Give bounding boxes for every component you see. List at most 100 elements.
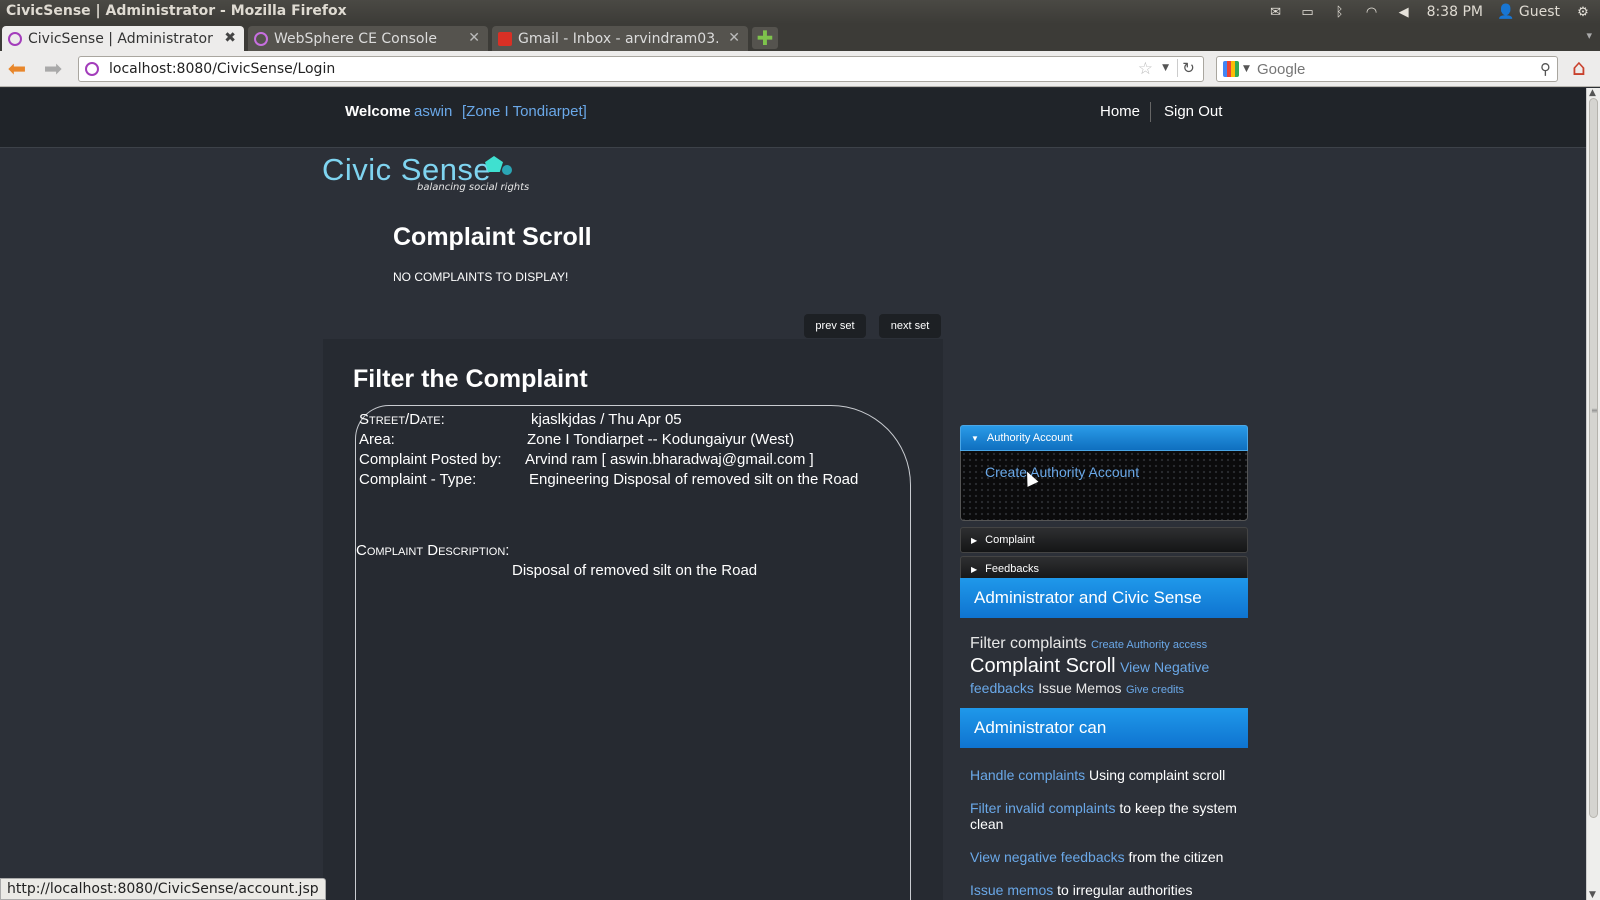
accordion-header-authority[interactable]: ▼ Authority Account	[960, 425, 1248, 451]
tab-civicsense[interactable]: CivicSense | Administrator ✖	[2, 26, 244, 51]
create-authority-account-link[interactable]: Create Authority Account	[985, 464, 1139, 480]
field-area: Area: Zone I Tondiarpet -- Kodungaiyur (…	[359, 431, 794, 448]
search-icon[interactable]: ⚲	[1540, 60, 1551, 78]
tag-give-credits[interactable]: Give credits	[1126, 684, 1184, 696]
filter-invalid-link[interactable]: Filter invalid complaints	[970, 800, 1116, 816]
scroll-down-icon[interactable]: ▼	[1589, 890, 1596, 900]
bookmark-star-icon[interactable]: ☆	[1138, 59, 1153, 79]
username-link[interactable]: aswin	[414, 103, 452, 120]
field-value: Engineering Disposal of removed silt on …	[529, 471, 859, 488]
view-negative-feedbacks-link[interactable]: View negative feedbacks	[970, 849, 1125, 865]
field-street-date: Street/Date: kjaslkjdas / Thu Apr 05	[359, 411, 682, 428]
tab-strip: CivicSense | Administrator ✖ WebSphere C…	[0, 24, 1600, 51]
gmail-icon	[498, 31, 512, 46]
admin-can-item: Filter invalid complaints to keep the sy…	[970, 800, 1250, 832]
tag-create-authority-access[interactable]: Create Authority access	[1091, 639, 1207, 651]
tag-issue-memos[interactable]: Issue Memos	[1038, 680, 1121, 696]
user-icon: 👤	[1496, 4, 1515, 20]
home-link[interactable]: Home	[1100, 103, 1140, 120]
tab-websphere[interactable]: WebSphere CE Console ✕	[248, 26, 488, 51]
field-label: Area:	[359, 431, 395, 448]
prev-set-button[interactable]: prev set	[804, 314, 866, 338]
vertical-scrollbar[interactable]: ▲ ≡ ▼	[1586, 88, 1600, 900]
os-top-panel: CivicSense | Administrator - Mozilla Fir…	[0, 0, 1600, 24]
tab-list-icon[interactable]: ▾	[1586, 29, 1592, 42]
description-text: Disposal of removed silt on the Road	[512, 562, 758, 579]
site-identity-icon[interactable]	[85, 62, 99, 76]
status-bar-url: http://localhost:8080/CivicSense/account…	[0, 878, 326, 900]
field-label: Complaint - Type:	[359, 471, 477, 488]
back-arrow-icon[interactable]: ⬅	[4, 57, 30, 82]
site-header: Welcome aswin [Zone I Tondiarpet] Home S…	[0, 88, 1586, 148]
window-title: CivicSense | Administrator - Mozilla Fir…	[6, 3, 347, 19]
close-tab-icon[interactable]: ✖	[224, 30, 236, 46]
close-tab-icon[interactable]: ✕	[728, 30, 740, 46]
no-complaints-message: NO COMPLAINTS TO DISPLAY!	[393, 270, 569, 284]
logo-dot-icon	[502, 165, 512, 175]
close-tab-icon[interactable]: ✕	[468, 30, 480, 46]
tab-label: Gmail - Inbox - arvindram03...	[518, 30, 718, 47]
tag-cloud: Filter complaints Create Authority acces…	[970, 634, 1240, 699]
tag-complaint-scroll[interactable]: Complaint Scroll	[970, 655, 1116, 677]
user-menu[interactable]: 👤 Guest	[1497, 4, 1560, 20]
admin-can-heading: Administrator can	[960, 708, 1248, 748]
field-complaint-type: Complaint - Type: Engineering Disposal o…	[359, 471, 858, 488]
next-set-button[interactable]: next set	[879, 314, 941, 338]
web-page: Welcome aswin [Zone I Tondiarpet] Home S…	[0, 88, 1586, 900]
complaint-detail-box: Street/Date: kjaslkjdas / Thu Apr 05 Are…	[355, 405, 911, 900]
scrollbar-thumb[interactable]	[1589, 98, 1598, 818]
engine-dropdown-icon[interactable]: ▼	[1243, 64, 1250, 74]
clock[interactable]: 8:38 PM	[1427, 4, 1483, 20]
item-text: Using complaint scroll	[1085, 767, 1226, 783]
description-label: Complaint Description:	[356, 542, 510, 559]
admin-civic-heading: Administrator and Civic Sense	[960, 578, 1248, 618]
wifi-icon[interactable]: ◠	[1363, 4, 1381, 20]
complaint-scroll-title: Complaint Scroll	[393, 223, 592, 251]
issue-memos-link[interactable]: Issue memos	[970, 882, 1053, 898]
forward-arrow-icon[interactable]: ➡	[40, 57, 66, 82]
search-input[interactable]	[1257, 60, 1517, 78]
field-label: Complaint Posted by:	[359, 451, 502, 468]
tab-gmail[interactable]: Gmail - Inbox - arvindram03... ✕	[492, 26, 748, 51]
reload-icon[interactable]: ↻	[1177, 59, 1199, 77]
bluetooth-icon[interactable]: ᛒ	[1331, 4, 1349, 20]
battery-icon[interactable]: ▭	[1299, 4, 1317, 20]
tag-filter-complaints[interactable]: Filter complaints	[970, 635, 1086, 652]
welcome-label: Welcome	[345, 103, 411, 120]
admin-can-item: Handle complaints Using complaint scroll	[970, 767, 1250, 783]
handle-complaints-link[interactable]: Handle complaints	[970, 767, 1085, 783]
url-history-dropdown-icon[interactable]: ▼	[1162, 63, 1169, 73]
field-value: kjaslkjdas / Thu Apr 05	[531, 411, 682, 428]
civicsense-logo[interactable]: Civic Sense balancing social rights	[322, 152, 532, 196]
accordion-label: Authority Account	[986, 432, 1073, 444]
url-bar[interactable]: localhost:8080/CivicSense/Login ☆ ▼ ↻	[78, 56, 1204, 82]
user-name: Guest	[1518, 4, 1560, 20]
triangle-right-icon: ▶	[971, 564, 978, 574]
field-posted-by: Complaint Posted by: Arvind ram [ aswin.…	[359, 451, 814, 468]
settings-icon[interactable]: ⚙	[1574, 4, 1592, 20]
google-engine-icon[interactable]	[1223, 61, 1239, 77]
header-divider	[1150, 102, 1151, 122]
scroll-up-icon[interactable]: ▲	[1589, 88, 1596, 98]
zone-link[interactable]: [Zone I Tondiarpet]	[462, 103, 587, 120]
accordion-header-complaint[interactable]: ▶ Complaint	[960, 527, 1248, 553]
new-tab-button[interactable]: ✚	[752, 26, 778, 50]
filter-panel: Filter the Complaint Street/Date: kjaslk…	[323, 339, 943, 900]
scroll-grip-icon: ≡	[1591, 406, 1598, 415]
signout-link[interactable]: Sign Out	[1164, 103, 1222, 120]
url-text[interactable]: localhost:8080/CivicSense/Login	[109, 61, 335, 77]
logo-tagline: balancing social rights	[417, 182, 530, 193]
field-value: Arvind ram [ aswin.bharadwaj@gmail.com ]	[525, 451, 814, 468]
field-value: Zone I Tondiarpet -- Kodungaiyur (West)	[527, 431, 795, 448]
system-tray: ✉ ▭ ᛒ ◠ ◀ 8:38 PM 👤 Guest ⚙	[1267, 0, 1592, 24]
search-bar[interactable]: ▼ ⚲	[1216, 56, 1558, 82]
volume-icon[interactable]: ◀	[1395, 4, 1413, 20]
globe-icon	[254, 31, 268, 46]
accordion-label: Complaint	[985, 534, 1035, 546]
accordion-body-authority: Create Authority Account	[960, 451, 1248, 521]
home-icon[interactable]: ⌂	[1566, 56, 1592, 82]
filter-title: Filter the Complaint	[353, 365, 588, 393]
tab-label: WebSphere CE Console	[274, 30, 437, 47]
mail-icon[interactable]: ✉	[1267, 4, 1285, 20]
accordion-authority-account: ▼ Authority Account Create Authority Acc…	[960, 425, 1248, 521]
